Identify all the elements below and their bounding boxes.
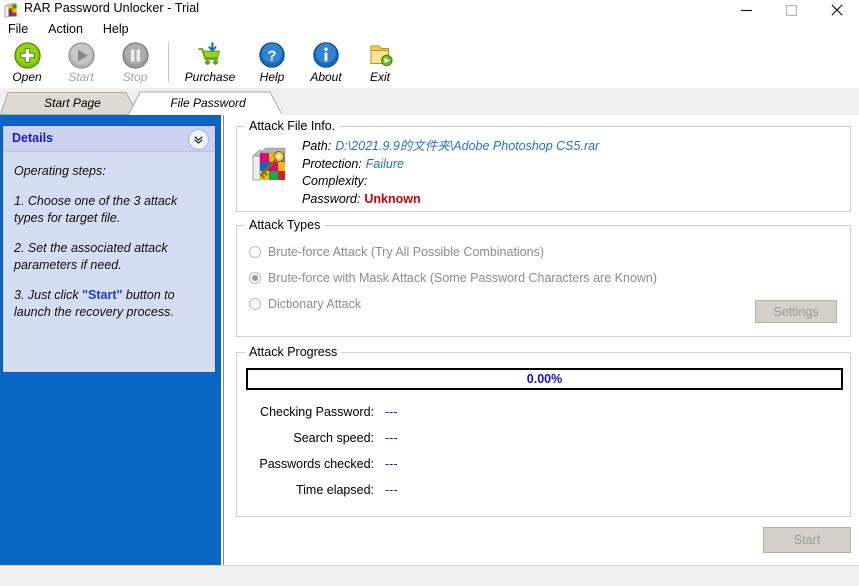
radio-brute-force-indicator [249,246,261,258]
stat-checking-password-value: --- [385,405,398,419]
toolbar-label-help: Help [259,70,285,84]
tab-file-password[interactable]: File Password [128,91,288,115]
settings-button: Settings [755,300,837,323]
rar-archive-icon [4,3,20,18]
toolbar-label-start: Start [68,70,94,84]
settings-button-label: Settings [773,304,819,319]
toolbar-button-start: Start [54,39,108,87]
toolbar-button-open[interactable]: Open [0,39,54,87]
file-info-path-value: D:\2021.9.9的文件夹\Adobe Photoshop CS5.rar [335,139,600,153]
progress-percent-label: 0.00% [526,372,563,386]
stat-passwords-checked-value: --- [385,457,398,471]
play-circle-icon [67,41,95,69]
rar-with-key-icon [251,147,289,185]
toolbar-label-about: About [310,70,342,84]
menu-item-action[interactable]: Action [38,20,93,39]
details-step-3-highlight: "Start" [82,288,123,302]
details-panel-header: Details [3,126,215,152]
toolbar-button-purchase[interactable]: Purchase [175,39,245,87]
minimize-icon[interactable] [724,0,769,20]
menu-item-file[interactable]: File [0,20,38,39]
toolbar: Open Start Stop Purchase ? Help About Ex… [0,39,859,89]
application-window: RAR Password Unlocker - Trial File Actio… [0,0,859,586]
close-icon[interactable] [814,0,859,20]
toolbar-button-exit[interactable]: Exit [353,39,407,87]
details-title: Details [12,131,53,145]
file-info-protection-value: Failure [365,156,404,171]
start-button-label: Start [793,533,821,547]
details-step-1: 1. Choose one of the 3 attack types for … [14,194,178,225]
details-step-2: 2. Set the associated attack parameters … [14,241,168,272]
details-panel: Details Operating steps: 1. Choose one o… [2,125,216,373]
body-area: Details Operating steps: 1. Choose one o… [0,115,859,565]
radio-brute-force-mask: Brute-force with Mask Attack (Some Passw… [249,271,657,285]
attack-types-title: Attack Types [245,218,325,232]
menu-bar: File Action Help [0,20,859,39]
attack-file-info-group: Attack File Info. Path: D:\2021.9.9的文件夹\… [236,119,851,212]
stat-checking-password-label: Checking Password: [260,405,374,419]
details-sidebar: Details Operating steps: 1. Choose one o… [0,115,221,565]
radio-brute-force-mask-indicator [249,272,261,284]
shopping-cart-icon [196,41,224,69]
file-info-password-row: Password: Unknown [302,191,599,209]
tab-start-page[interactable]: Start Page [0,91,145,115]
stat-search-speed-label: Search speed: [293,431,374,445]
content-area: Attack File Info. Path: D:\2021.9.9的文件夹\… [228,115,859,565]
stat-time-elapsed-value: --- [385,483,398,497]
stat-passwords-checked-label: Passwords checked: [259,457,374,471]
title-bar: RAR Password Unlocker - Trial [0,0,859,20]
file-info-path-row: Path: D:\2021.9.9的文件夹\Adobe Photoshop CS5… [302,138,599,156]
info-circle-icon [313,41,339,69]
radio-brute-force-mask-label: Brute-force with Mask Attack (Some Passw… [268,271,658,285]
tab-start-page-label: Start Page [44,96,101,110]
radio-dictionary-indicator [249,298,261,310]
menu-item-help[interactable]: Help [93,20,139,39]
tab-strip: Start Page File Password [0,88,859,115]
file-info-complexity-row: Complexity: [302,173,599,191]
file-info-complexity-label: Complexity: [302,174,368,188]
toolbar-label-stop: Stop [122,70,148,84]
file-info-password-value: Unknown [364,191,421,206]
details-intro: Operating steps: [14,164,106,178]
panel-divider [223,115,224,565]
maximize-icon[interactable] [769,0,814,20]
window-title: RAR Password Unlocker - Trial [24,1,200,15]
attack-progress-group: Attack Progress 0.00% Checking Password:… [236,345,851,517]
file-info-password-label: Password: [302,191,361,206]
toolbar-button-stop: Stop [108,39,162,87]
window-controls [724,0,859,20]
toolbar-button-help[interactable]: ? Help [245,39,299,87]
file-info-protection-label: Protection: [302,156,362,171]
toolbar-label-open: Open [12,70,42,84]
details-step-3-pre: 3. Just click [14,288,83,302]
toolbar-label-exit: Exit [369,70,390,84]
status-bar [0,565,859,586]
question-circle-icon: ? [259,41,285,69]
attack-progress-title: Attack Progress [245,345,342,359]
toolbar-button-about[interactable]: About [299,39,353,87]
start-button: Start [763,527,851,553]
radio-dictionary: Dictionary Attack [249,297,361,311]
details-panel-body: Operating steps: 1. Choose one of the 3 … [3,153,215,334]
stat-time-elapsed-label: Time elapsed: [295,483,374,497]
attack-file-info-title: Attack File Info. [245,119,340,133]
svg-text:?: ? [267,47,276,64]
attack-types-group: Attack Types Brute-force Attack (Try All… [236,218,851,337]
file-info-rows: Path: D:\2021.9.9的文件夹\Adobe Photoshop CS5… [302,138,599,208]
tab-file-password-label: File Password [170,96,246,110]
radio-brute-force: Brute-force Attack (Try All Possible Com… [249,245,544,259]
file-info-path-label: Path: [302,139,332,153]
radio-brute-force-label: Brute-force Attack (Try All Possible Com… [268,245,545,259]
toolbar-separator [168,42,169,82]
details-step-3: 3. Just click "Start" button to launch t… [14,287,204,321]
toolbar-label-purchase: Purchase [184,70,236,84]
double-chevron-down-icon[interactable] [188,129,209,150]
pause-circle-icon [121,41,149,69]
radio-dictionary-label: Dictionary Attack [268,297,362,311]
folder-exit-icon [367,41,393,69]
stat-search-speed-value: --- [385,431,398,445]
green-plus-circle-icon [13,41,41,69]
progress-bar: 0.00% [246,368,843,390]
file-info-protection-row: Protection: Failure [302,156,599,174]
